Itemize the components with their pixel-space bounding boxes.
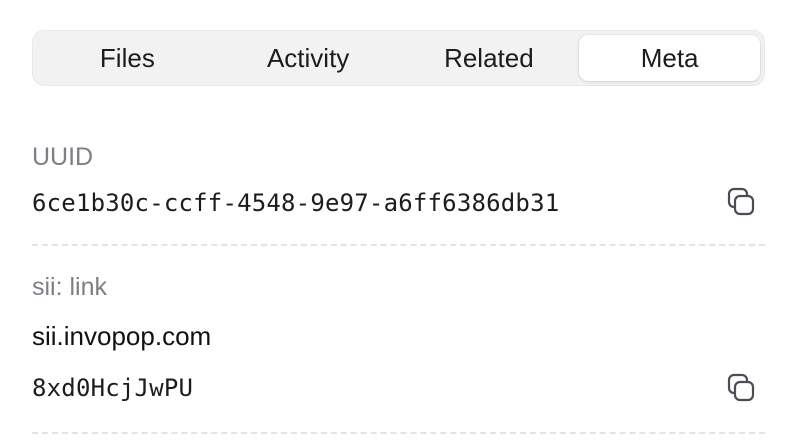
tab-bar: Files Activity Related Meta <box>32 30 765 86</box>
copy-uuid-button[interactable] <box>725 186 757 218</box>
sii-link-section: sii: link <box>32 273 765 302</box>
tab-related[interactable]: Related <box>399 35 580 81</box>
copy-icon <box>727 187 755 216</box>
sii-link-code: 8xd0HcjJwPU <box>32 374 194 402</box>
sii-link-label: sii: link <box>32 273 108 301</box>
tab-meta[interactable]: Meta <box>579 35 760 81</box>
tab-activity[interactable]: Activity <box>218 35 399 81</box>
divider <box>32 432 765 434</box>
divider <box>32 244 765 246</box>
sii-link-host: sii.invopop.com <box>32 321 212 351</box>
uuid-section: UUID <box>32 143 765 172</box>
uuid-value: 6ce1b30c-ccff-4548-9e97-a6ff6386db31 <box>32 189 560 217</box>
copy-icon <box>727 373 755 402</box>
copy-sii-code-button[interactable] <box>725 372 757 404</box>
uuid-label: UUID <box>32 143 94 171</box>
tab-files[interactable]: Files <box>37 35 218 81</box>
